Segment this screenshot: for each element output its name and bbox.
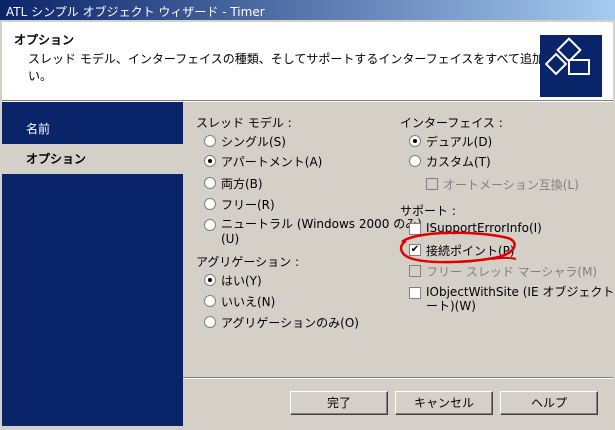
radio-icon	[409, 155, 421, 167]
threading-single-radio[interactable]: シングル(S)	[204, 133, 286, 150]
option-label: オートメーション互換(L)	[443, 178, 579, 192]
page-description: スレッド モデル、インターフェイスの種類、そしてサポートするインターフェイスをす…	[28, 52, 604, 83]
wizard-sidebar: 名前 オプション	[2, 102, 183, 426]
iobjectwithsite-checkbox[interactable]: IObjectWithSite (IE オブジェクト サポ ート)(W)	[409, 285, 615, 313]
wizard-logo-icon	[540, 35, 602, 97]
free-threaded-marshaler-checkbox[interactable]: フリー スレッド マーシャラ(M)	[409, 263, 597, 280]
automation-compatible-checkbox[interactable]: オートメーション互換(L)	[426, 176, 579, 193]
option-label-continued: (U)	[221, 232, 240, 246]
radio-icon	[204, 316, 216, 328]
window-title: ATL シンプル オブジェクト ウィザード - Timer	[6, 5, 265, 19]
threading-model-label: スレッド モデル :	[196, 116, 292, 130]
option-label: IObjectWithSite (IE オブジェクト サポ	[426, 285, 615, 299]
radio-selected-icon	[204, 274, 216, 286]
option-label: ISupportErrorInfo(I)	[426, 221, 542, 235]
checkbox-icon	[409, 223, 421, 235]
radio-icon	[204, 219, 216, 231]
radio-icon	[204, 198, 216, 210]
radio-selected-icon	[204, 155, 216, 167]
option-label: シングル(S)	[221, 135, 286, 149]
option-label: 両方(B)	[221, 177, 263, 191]
help-button[interactable]: ヘルプ	[500, 391, 598, 415]
option-label: ニュートラル (Windows 2000 のみ)	[221, 217, 422, 231]
interface-label: インターフェイス :	[400, 116, 503, 130]
checkmark-icon: ✔	[409, 244, 421, 256]
isupporterrorinfo-checkbox[interactable]: ISupportErrorInfo(I)	[409, 221, 542, 235]
aggregation-only-radio[interactable]: アグリゲーションのみ(O)	[204, 314, 359, 331]
option-label: フリー スレッド マーシャラ(M)	[426, 265, 598, 279]
option-label-continued: ート)(W)	[426, 299, 476, 313]
threading-neutral-radio[interactable]: ニュートラル (Windows 2000 のみ) (U)	[204, 217, 422, 247]
radio-icon	[204, 295, 216, 307]
option-label: カスタム(T)	[426, 155, 491, 169]
interface-custom-radio[interactable]: カスタム(T)	[409, 153, 491, 170]
checkbox-icon	[409, 265, 421, 277]
option-label: アグリゲーションのみ(O)	[221, 316, 359, 330]
option-label: デュアル(D)	[426, 135, 493, 149]
radio-selected-icon	[409, 135, 421, 147]
support-label: サポート :	[400, 204, 456, 218]
radio-icon	[204, 177, 216, 189]
wizard-header: オプション スレッド モデル、インターフェイスの種類、そしてサポートするインター…	[2, 22, 613, 101]
sidebar-item-name[interactable]: 名前	[2, 114, 183, 144]
button-bar-divider	[183, 377, 613, 379]
threading-both-radio[interactable]: 両方(B)	[204, 175, 263, 192]
aggregation-no-radio[interactable]: いいえ(N)	[204, 293, 275, 310]
threading-free-radio[interactable]: フリー(R)	[204, 196, 275, 213]
title-bar: ATL シンプル オブジェクト ウィザード - Timer	[0, 0, 615, 20]
checkbox-icon	[426, 178, 438, 190]
aggregation-label: アグリゲーション :	[196, 255, 300, 269]
option-label: フリー(R)	[221, 198, 275, 212]
sidebar-item-options[interactable]: オプション	[2, 144, 183, 174]
aggregation-yes-radio[interactable]: はい(Y)	[204, 272, 262, 289]
page-title: オプション	[14, 33, 75, 47]
option-label: 接続ポイント(P)	[426, 244, 515, 258]
threading-apartment-radio[interactable]: アパートメント(A)	[204, 153, 322, 170]
option-label: アパートメント(A)	[221, 155, 323, 169]
interface-dual-radio[interactable]: デュアル(D)	[409, 133, 492, 150]
checkbox-icon	[409, 287, 421, 299]
option-label: はい(Y)	[221, 274, 262, 288]
finish-button[interactable]: 完了	[290, 391, 388, 415]
connection-points-checkbox[interactable]: ✔ 接続ポイント(P)	[409, 242, 515, 259]
cancel-button[interactable]: キャンセル	[395, 391, 493, 415]
radio-icon	[204, 135, 216, 147]
option-label: いいえ(N)	[221, 295, 276, 309]
